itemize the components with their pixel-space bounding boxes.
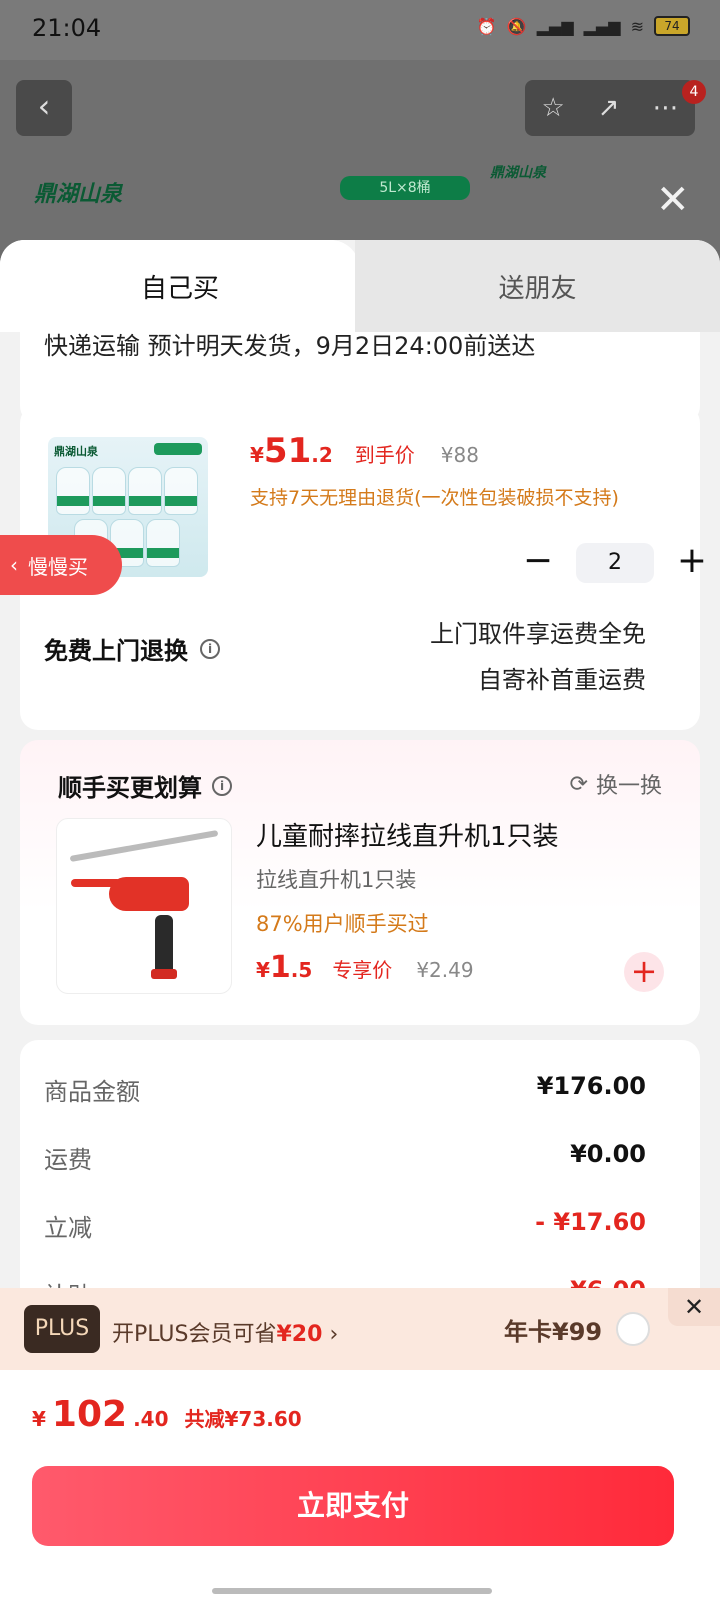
product-image-tag — [154, 443, 202, 455]
addon-price: ¥1.5 专享价 ¥2.49 — [256, 950, 474, 985]
home-indicator[interactable] — [212, 1588, 492, 1594]
summary-label: 商品金额 — [44, 1078, 140, 1106]
wifi-icon: ≋ — [630, 16, 644, 36]
addon-original-price: ¥2.49 — [416, 958, 474, 982]
product-card: 鼎湖山泉 ¥51.2 到手价 ¥88 支持7天无理由退货(一次性包装破损不支持)… — [20, 405, 707, 730]
addon-price-decimal: .5 — [290, 958, 313, 982]
free-return-text: 免费上门退换 — [44, 637, 188, 665]
share-icon[interactable]: ↗ — [598, 93, 620, 123]
plus-badge: PLUS — [24, 1305, 100, 1353]
bottle — [92, 467, 126, 515]
checkout-bar: ¥ 102 .40 共减¥73.60 立即支付 — [0, 1370, 720, 1600]
info-icon[interactable]: i — [200, 638, 220, 659]
price-integer: 51 — [263, 431, 312, 471]
plus-banner[interactable]: PLUS 开PLUS会员可省¥20 › 年卡¥99 ✕ — [0, 1288, 720, 1370]
summary-value: - ¥17.60 — [535, 1208, 646, 1236]
battery-icon: 74 — [654, 16, 690, 36]
close-icon[interactable]: ✕ — [668, 1288, 720, 1326]
chevron-left-icon: ‹ — [10, 553, 18, 577]
addon-price-yen: ¥ — [256, 958, 270, 982]
addon-price-integer: 1 — [269, 950, 291, 985]
helicopter-cap — [151, 969, 177, 979]
total-decimal: .40 — [133, 1407, 169, 1431]
brand-logo: 鼎湖山泉 — [34, 182, 123, 207]
helicopter-blade — [69, 830, 219, 862]
product-price: ¥51.2 到手价 ¥88 — [250, 431, 479, 471]
price-tag: 到手价 — [354, 443, 415, 467]
decrease-button[interactable]: − — [518, 543, 558, 583]
status-bar: 21:04 ⏰ 🔕 ▂▄▆ ▂▄▆ ≋ 74 — [0, 0, 720, 60]
quantity-stepper: − 2 + — [518, 543, 712, 583]
plus-save-amount: ¥20 — [276, 1322, 323, 1347]
more-icon[interactable]: ⋯ — [652, 93, 678, 123]
addon-title-text: 顺手买更划算 — [58, 774, 202, 802]
mute-icon: 🔕 — [506, 16, 527, 36]
addon-image[interactable] — [56, 818, 232, 994]
summary-value: ¥176.00 — [536, 1072, 646, 1100]
price-decimal: .2 — [311, 443, 333, 467]
plus-text-pre: 开PLUS会员可省 — [112, 1322, 277, 1347]
return-policy: 支持7天无理由退货(一次性包装破损不支持) — [250, 487, 619, 509]
bottle — [146, 519, 180, 567]
add-addon-button[interactable]: + — [624, 952, 664, 992]
original-price: ¥88 — [440, 443, 479, 467]
bottle — [128, 467, 162, 515]
return-note: 上门取件享运费全免 自寄补首重运费 — [430, 611, 646, 703]
top-actions: ☆ ↗ ⋯ — [525, 80, 695, 136]
addon-card: 顺手买更划算 i ⟳ 换一换 儿童耐摔拉线直升机1只装 拉线直升机1只装 87%… — [20, 740, 700, 1025]
slow-buy-button[interactable]: ‹ 慢慢买 — [0, 535, 122, 595]
bottle — [164, 467, 198, 515]
bottle — [56, 467, 90, 515]
free-return-label: 免费上门退换 i — [44, 631, 220, 666]
close-icon[interactable]: ✕ — [656, 180, 690, 220]
slow-buy-label: 慢慢买 — [28, 554, 88, 579]
summary-row: 立减 - ¥17.60 — [44, 1208, 646, 1243]
price-yen: ¥ — [250, 443, 264, 467]
total-yen: ¥ — [32, 1407, 46, 1431]
refresh-icon: ⟳ — [569, 771, 588, 797]
product-image-brand: 鼎湖山泉 — [54, 445, 98, 458]
status-time: 21:04 — [32, 14, 102, 42]
chevron-right-icon: › — [329, 1322, 339, 1347]
addon-name[interactable]: 儿童耐摔拉线直升机1只装 — [256, 816, 559, 853]
summary-value: ¥0.00 — [570, 1140, 646, 1168]
delivery-text: 快递运输 预计明天发货，9月2日24:00前送达 — [44, 332, 536, 360]
plus-text: 开PLUS会员可省¥20 › — [112, 1316, 338, 1348]
return-note-line-2: 自寄补首重运费 — [478, 666, 646, 694]
addon-sub: 拉线直升机1只装 — [256, 868, 417, 892]
swap-label: 换一换 — [595, 774, 662, 799]
total-integer: 102 — [51, 1394, 128, 1435]
plus-annual-price: 年卡¥99 — [504, 1318, 603, 1346]
helicopter-body — [109, 877, 189, 911]
alarm-icon: ⏰ — [476, 16, 497, 36]
cart-badge: 4 — [682, 80, 706, 104]
quantity-value[interactable]: 2 — [576, 543, 654, 583]
signal-icon: ▂▄▆ — [583, 16, 621, 36]
return-note-line-1: 上门取件享运费全免 — [430, 620, 646, 648]
status-icons: ⏰ 🔕 ▂▄▆ ▂▄▆ ≋ 74 — [477, 16, 690, 36]
addon-title: 顺手买更划算 i — [58, 768, 232, 803]
summary-row: 运费 ¥0.00 — [44, 1140, 646, 1175]
swap-button[interactable]: ⟳ 换一换 — [570, 768, 662, 800]
addon-price-tag: 专享价 — [332, 958, 393, 982]
total-price: ¥ 102 .40 共减¥73.60 — [32, 1394, 302, 1435]
summary-row: 商品金额 ¥176.00 — [44, 1072, 646, 1107]
pay-button[interactable]: 立即支付 — [32, 1466, 674, 1546]
plus-radio[interactable] — [616, 1312, 650, 1346]
signal-icon: ▂▄▆ — [536, 16, 574, 36]
spec-tag: 5L×8桶 — [340, 176, 470, 200]
total-saved: 共减¥73.60 — [184, 1407, 302, 1431]
addon-bought: 87%用户顺手买过 — [256, 912, 429, 936]
increase-button[interactable]: + — [672, 543, 712, 583]
summary-label: 立减 — [44, 1214, 92, 1242]
favorite-icon[interactable]: ☆ — [541, 93, 564, 123]
summary-label: 运费 — [44, 1146, 92, 1174]
back-button[interactable]: ‹ — [16, 80, 72, 136]
info-icon[interactable]: i — [212, 775, 232, 796]
brand-logo-small: 鼎湖山泉 — [490, 165, 546, 181]
